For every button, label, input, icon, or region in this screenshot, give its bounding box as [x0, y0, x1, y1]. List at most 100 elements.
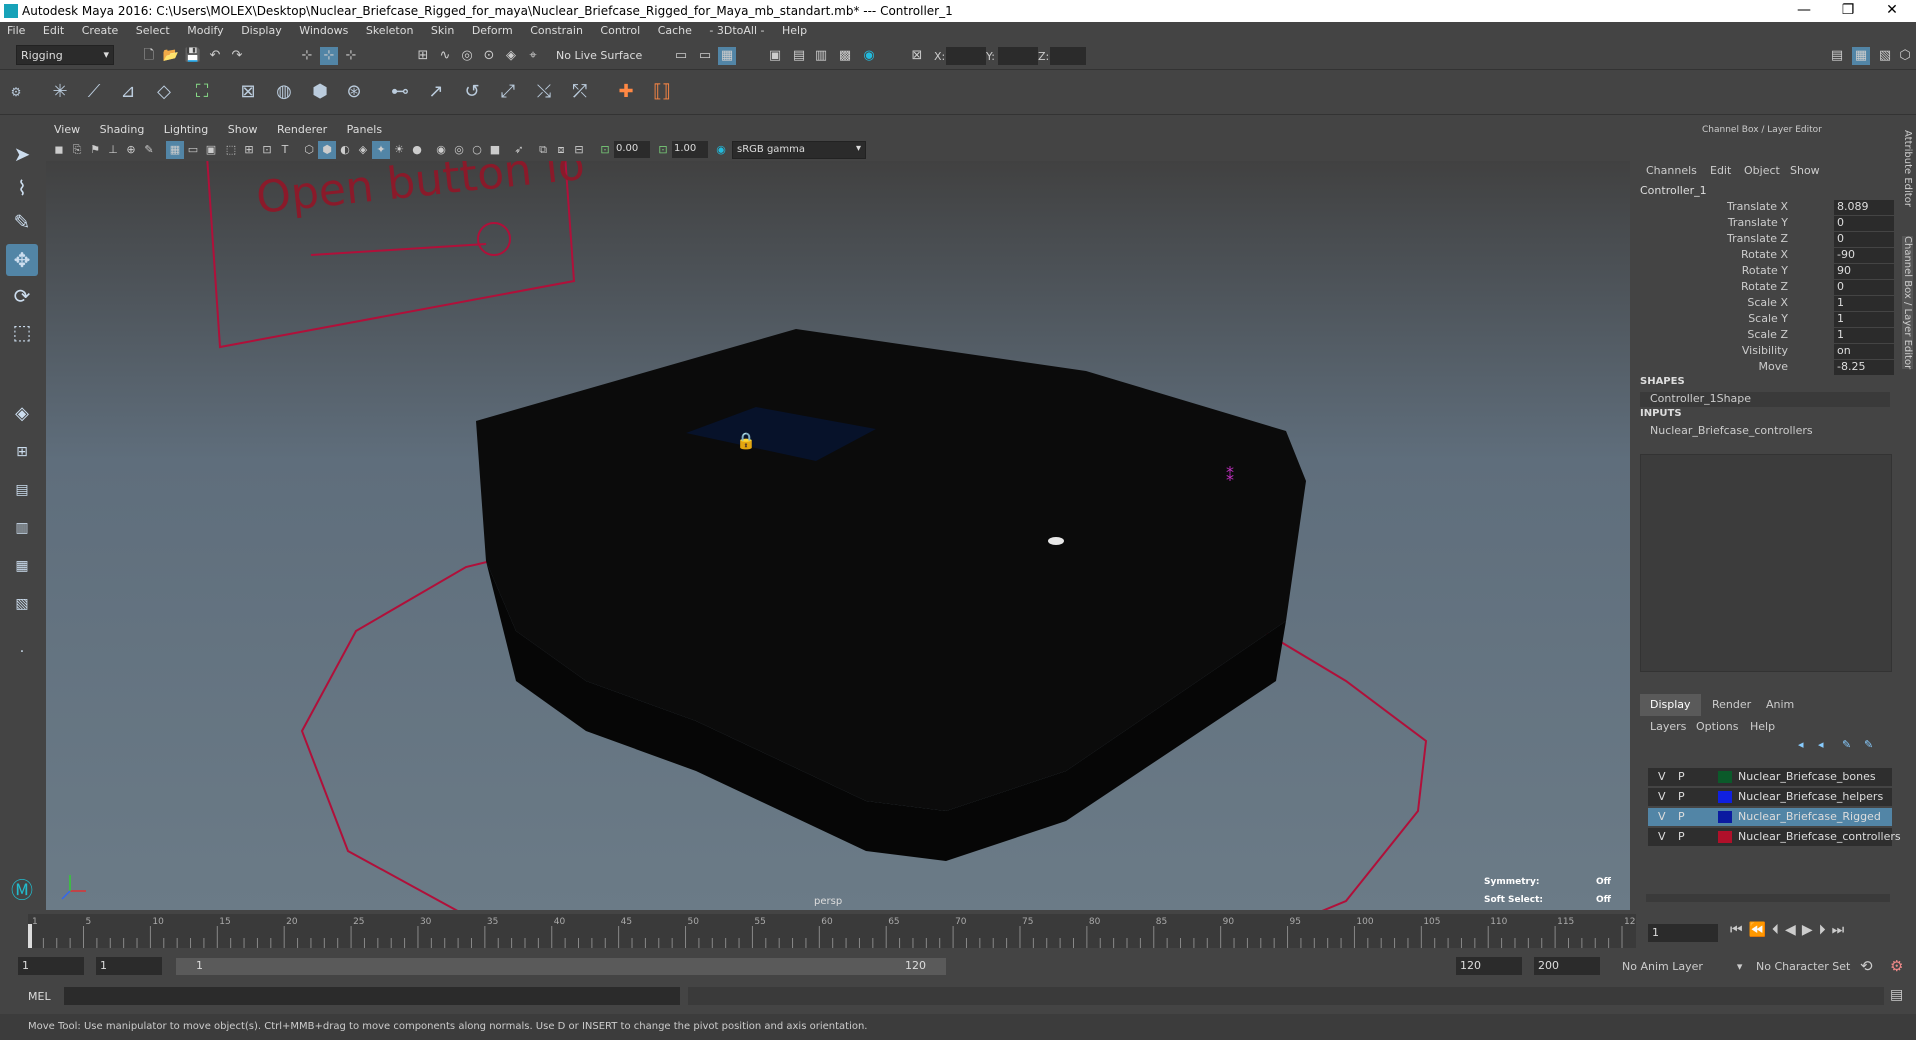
bookmark-icon[interactable]: ⚑ — [86, 141, 104, 159]
menu-deform[interactable]: Deform — [465, 22, 520, 39]
parent-constraint-icon[interactable]: ⤯ — [530, 78, 558, 106]
select-tool-icon[interactable]: ➤ — [6, 138, 38, 170]
redo-icon[interactable]: ↷ — [228, 47, 246, 65]
script-editor-icon[interactable]: ▤ — [1890, 987, 1903, 1003]
attr-rotate-y[interactable]: Rotate Y 90 — [1636, 264, 1898, 280]
attr-scale-y[interactable]: Scale Y1 — [1636, 312, 1898, 328]
menu-display[interactable]: Display — [234, 22, 289, 39]
layer-visibility-toggle[interactable]: V — [1658, 770, 1666, 783]
snap-live-icon[interactable]: ⌖ — [524, 47, 542, 65]
input-ops-icon[interactable]: ▭ — [672, 47, 690, 65]
persp-outliner-layout-icon[interactable]: ▤ — [6, 474, 38, 506]
viewport-menu-lighting[interactable]: Lighting — [156, 120, 216, 139]
range-bar[interactable]: 1 120 — [176, 958, 946, 975]
paint-select-icon[interactable]: ✎ — [6, 206, 38, 238]
viewport-menu-shading[interactable]: Shading — [92, 120, 153, 139]
new-layer-selected-icon[interactable]: ✎ — [1864, 738, 1873, 751]
layer-move-up-icon[interactable]: ◂ — [1798, 738, 1804, 751]
shape-item[interactable]: Controller_1Shape — [1640, 392, 1890, 407]
field-chart-icon[interactable]: ⊞ — [240, 141, 258, 159]
layer-playback-toggle[interactable]: P — [1678, 810, 1685, 823]
layer-visibility-toggle[interactable]: V — [1658, 790, 1666, 803]
tab-anim[interactable]: Anim — [1756, 694, 1804, 716]
layer-editor-toggle-icon[interactable]: ⬡ — [1896, 47, 1914, 65]
viewport-menu-view[interactable]: View — [46, 120, 88, 139]
select-object-icon[interactable]: ⊹ — [320, 47, 338, 65]
select-component-icon[interactable]: ⊹ — [342, 47, 360, 65]
attr-translate-z[interactable]: Translate Z0 — [1636, 232, 1898, 248]
smooth-shade-icon[interactable]: ⬢ — [318, 141, 336, 159]
gate-mask-icon[interactable]: ⬚ — [222, 141, 240, 159]
render-view-icon[interactable]: ▣ — [766, 47, 784, 65]
ipr-render-icon[interactable]: ▥ — [812, 47, 830, 65]
safe-action-icon[interactable]: ⊡ — [258, 141, 276, 159]
menu-help[interactable]: Help — [775, 22, 814, 39]
lattice-icon[interactable]: ◍ — [270, 78, 298, 106]
layer-visibility-toggle[interactable]: V — [1658, 830, 1666, 843]
select-camera-icon[interactable]: ◼ — [50, 141, 68, 159]
z-field[interactable] — [1050, 47, 1086, 65]
menu-control[interactable]: Control — [593, 22, 647, 39]
play-forward-icon[interactable]: ▶ — [1802, 922, 1819, 938]
xray-joints-icon[interactable]: ⧈ — [552, 141, 570, 159]
color-space-dropdown[interactable]: sRGB gamma ▾ — [732, 141, 866, 159]
menu-edit[interactable]: Edit — [36, 22, 71, 39]
viewport-menu-panels[interactable]: Panels — [339, 120, 390, 139]
shadows-icon[interactable]: ☀ — [390, 141, 408, 159]
joint-tool-icon[interactable]: ✳ — [46, 78, 74, 106]
open-scene-icon[interactable]: 📂 — [162, 47, 180, 65]
layer-playback-toggle[interactable]: P — [1678, 790, 1685, 803]
menu-create[interactable]: Create — [75, 22, 126, 39]
layer-row-bones[interactable]: V P Nuclear_Briefcase_bones — [1648, 768, 1892, 786]
grease-pencil-icon[interactable]: ✎ — [140, 141, 158, 159]
safe-title-icon[interactable]: T — [276, 141, 294, 159]
shelf-settings-icon[interactable]: ⚙ — [2, 78, 30, 106]
move-tool-icon[interactable]: ✥ — [6, 244, 38, 276]
bind-skin-icon[interactable]: ⛶ — [188, 78, 216, 106]
tooth-controller-icon[interactable]: ⁑ — [1226, 466, 1234, 485]
layout-more-icon[interactable]: · — [6, 636, 38, 668]
range-end-field[interactable]: 200 — [1534, 957, 1600, 975]
gamma-icon[interactable]: ⊡ — [654, 141, 672, 159]
attr-translate-x[interactable]: Translate X 8.089 — [1636, 200, 1898, 216]
attr-move[interactable]: Move -8.25 — [1636, 360, 1898, 376]
lasso-tool-icon[interactable]: ⌇ — [6, 172, 38, 204]
xray-active-icon[interactable]: ⧉ — [534, 141, 552, 159]
locator-icon[interactable]: ✚ — [612, 78, 640, 106]
menu-select[interactable]: Select — [129, 22, 177, 39]
film-gate-icon[interactable]: ▭ — [184, 141, 202, 159]
anim-layer-dropdown[interactable]: No Anim Layer ▾ — [1622, 960, 1742, 973]
ik-handle-icon[interactable]: ⊿ — [114, 78, 142, 106]
rotate-tool-icon[interactable]: ⟳ — [6, 280, 38, 312]
input-item[interactable]: Nuclear_Briefcase_controllers — [1640, 424, 1890, 439]
camera-attributes-icon[interactable]: ⎘ — [68, 141, 86, 159]
layer-scrollbar[interactable] — [1646, 894, 1890, 902]
render-frame-icon[interactable]: ▤ — [790, 47, 808, 65]
image-plane-icon[interactable]: ⊥ — [104, 141, 122, 159]
tool-settings-icon[interactable]: ▧ — [1876, 47, 1894, 65]
xray-icon[interactable]: ➶ — [510, 141, 528, 159]
viewport-menu-show[interactable]: Show — [220, 120, 266, 139]
snap-curve-icon[interactable]: ∿ — [436, 47, 454, 65]
menu-modify[interactable]: Modify — [180, 22, 230, 39]
construction-history-icon[interactable]: ▦ — [718, 47, 736, 65]
character-set-dropdown[interactable]: No Character Set — [1756, 960, 1850, 973]
attribute-editor-tab[interactable]: Attribute Editor — [1902, 130, 1913, 207]
minimize-button[interactable]: — — [1784, 2, 1824, 18]
multisample-icon[interactable]: ◎ — [450, 141, 468, 159]
channel-box-toggle-icon[interactable]: ▦ — [1852, 47, 1870, 65]
backface-icon[interactable]: ⊟ — [570, 141, 588, 159]
wireframe-on-shaded-icon[interactable]: ◐ — [336, 141, 354, 159]
layer-playback-toggle[interactable]: P — [1678, 770, 1685, 783]
menu-skin[interactable]: Skin — [424, 22, 461, 39]
layer-visibility-toggle[interactable]: V — [1658, 810, 1666, 823]
menu-file[interactable]: File — [0, 22, 32, 39]
pole-vector-icon[interactable]: ⤱ — [566, 78, 594, 106]
scale-tool-icon[interactable]: ⬚ — [6, 316, 38, 348]
insert-joint-icon[interactable]: ⟋ — [80, 78, 108, 106]
hypershade-layout-icon[interactable]: ▦ — [6, 550, 38, 582]
layer-color-swatch[interactable] — [1718, 771, 1732, 783]
use-all-lights-icon[interactable]: ✦ — [372, 141, 390, 159]
render-settings-icon[interactable]: ▩ — [836, 47, 854, 65]
output-ops-icon[interactable]: ▭ — [696, 47, 714, 65]
